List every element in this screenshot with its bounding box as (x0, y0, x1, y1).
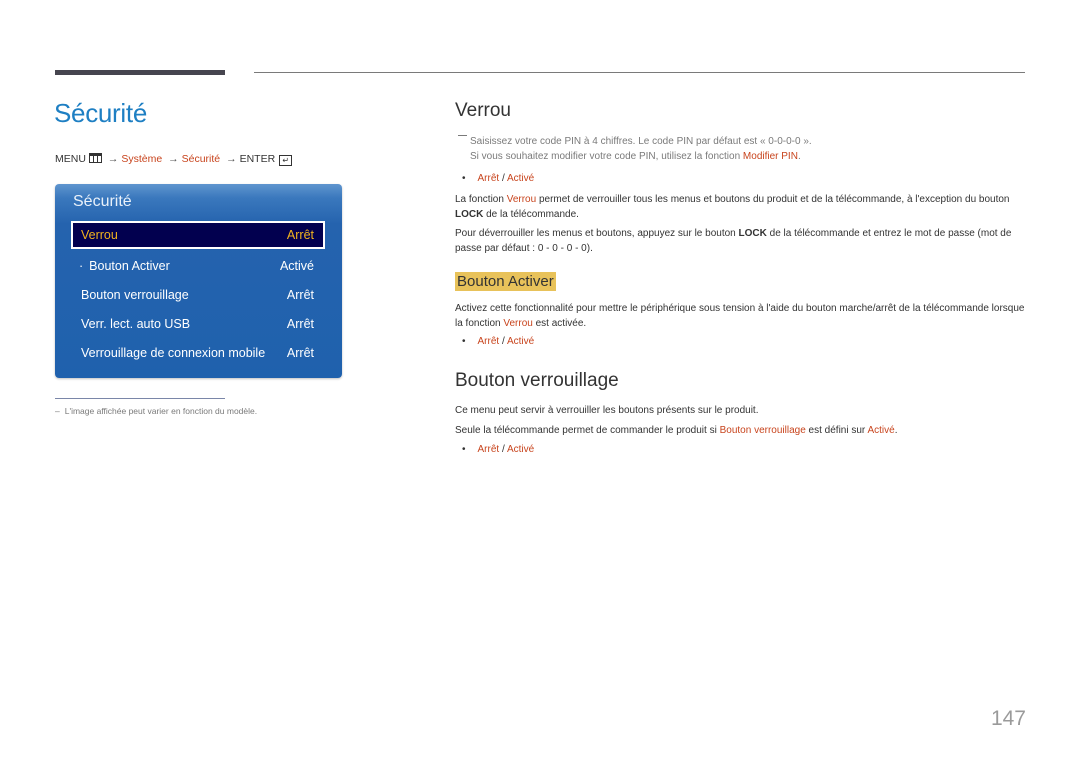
osd-item-label: Verr. lect. auto USB (81, 317, 191, 331)
osd-item-value: Arrêt (286, 346, 314, 360)
bullet-icon: • (462, 336, 466, 347)
option-separator: / (499, 444, 507, 455)
page-number: 147 (990, 707, 1026, 730)
note-text: . (797, 151, 801, 162)
breadcrumb-system[interactable]: Système (121, 153, 162, 165)
text: La fonction (455, 194, 507, 205)
bullet-icon: • (462, 444, 466, 455)
osd-item-label: Verrouillage de connexion mobile (81, 346, 266, 360)
text: est défini sur (805, 425, 868, 436)
osd-item-bouton-activer[interactable]: · Bouton Activer Activé (71, 253, 325, 279)
footnote: – L'image affichée peut varier en fonctio… (55, 406, 257, 416)
text: Pour déverrouiller les menus et boutons,… (455, 228, 739, 239)
bullet-icon: • (462, 173, 466, 184)
options-verrou: • Arrêt / Activé (462, 173, 534, 184)
option-on[interactable]: Activé (507, 444, 534, 455)
breadcrumb-security[interactable]: Sécurité (182, 153, 221, 165)
footnote-text: L'image affichée peut varier en fonction… (64, 406, 258, 416)
note-text: Si vous souhaitez modifier votre code PI… (470, 151, 743, 162)
osd-item-verr-lect-auto-usb[interactable]: Verr. lect. auto USB Arrêt (71, 311, 325, 337)
option-on[interactable]: Activé (507, 336, 534, 347)
section-title-verrou: Verrou (455, 100, 511, 121)
link-bouton-verrouillage[interactable]: Bouton verrouillage (720, 425, 806, 436)
note-pin-line2: Si vous souhaitez modifier votre code PI… (470, 151, 801, 162)
security-osd-menu: Sécurité Verrou Arrêt · Bouton Activer Ac… (55, 184, 342, 378)
paragraph-bouton-activer: Activez cette fonctionnalité pour mettre… (455, 301, 1030, 331)
options-bouton-activer: • Arrêt / Activé (462, 336, 534, 347)
osd-item-bouton-verrouillage[interactable]: Bouton verrouillage Arrêt (71, 282, 325, 308)
breadcrumb: MENU → Système → Sécurité → ENTER ↵ (55, 153, 293, 166)
paragraph-bouton-verrouillage-1: Ce menu peut servir à verrouiller les bo… (455, 403, 1030, 418)
osd-item-value: Arrêt (286, 317, 314, 331)
breadcrumb-menu: MENU (55, 153, 86, 165)
enter-icon: ↵ (279, 155, 293, 166)
breadcrumb-enter: ENTER (239, 153, 276, 165)
section-title-bouton-activer: Bouton Activer (455, 272, 556, 291)
osd-item-verrou[interactable]: Verrou Arrêt (71, 221, 325, 249)
paragraph-verrou-1: La fonction Verrou permet de verrouiller… (455, 192, 1030, 222)
header-rule-thin (254, 72, 1025, 73)
text: permet de verrouiller tous les menus et … (536, 194, 1010, 205)
text: Seule la télécommande permet de commande… (455, 425, 720, 436)
arrow-icon: → (107, 153, 119, 165)
menu-grid-icon (88, 153, 102, 163)
link-verrou[interactable]: Verrou (507, 194, 536, 205)
osd-item-label-wrap: · Bouton Activer (79, 259, 170, 273)
paragraph-verrou-2: Pour déverrouiller les menus et boutons,… (455, 226, 1030, 256)
section-title-bouton-verrouillage: Bouton verrouillage (455, 370, 619, 391)
arrow-icon: → (168, 153, 179, 165)
osd-title: Sécurité (73, 193, 132, 210)
osd-item-value: Arrêt (286, 288, 314, 302)
option-off[interactable]: Arrêt (478, 444, 500, 455)
option-off[interactable]: Arrêt (478, 173, 500, 184)
footnote-divider (55, 398, 225, 399)
lock-key-label: LOCK (455, 209, 484, 220)
text: . (894, 425, 898, 436)
footnote-dash: – (55, 406, 60, 416)
text: de la télécommande. (483, 209, 579, 220)
options-bouton-verrouillage: • Arrêt / Activé (462, 444, 534, 455)
osd-item-label: Verrou (81, 228, 118, 242)
header-rule-thick (55, 70, 225, 75)
link-active[interactable]: Activé (867, 425, 894, 436)
lock-key-label: LOCK (738, 228, 767, 239)
option-off[interactable]: Arrêt (478, 336, 500, 347)
osd-item-label: Bouton Activer (89, 259, 170, 273)
osd-item-label: Bouton verrouillage (81, 288, 189, 302)
text: est activée. (532, 318, 587, 329)
paragraph-bouton-verrouillage-2: Seule la télécommande permet de commande… (455, 423, 1030, 438)
sub-item-dot-icon: · (79, 259, 84, 273)
osd-item-value: Arrêt (286, 228, 314, 242)
osd-item-value: Activé (279, 259, 314, 273)
link-verrou[interactable]: Verrou (503, 318, 532, 329)
text: Ce menu peut servir à verrouiller les bo… (455, 405, 759, 416)
option-separator: / (499, 173, 507, 184)
option-separator: / (499, 336, 507, 347)
osd-item-verrouillage-connexion-mobile[interactable]: Verrouillage de connexion mobile Arrêt (71, 340, 325, 366)
arrow-icon: → (226, 153, 237, 165)
note-dash-icon (458, 135, 467, 136)
page-title: Sécurité (54, 98, 147, 128)
note-text: Saisissez votre code PIN à 4 chiffres. L… (470, 136, 812, 147)
option-on[interactable]: Activé (507, 173, 534, 184)
note-pin-line1: Saisissez votre code PIN à 4 chiffres. L… (458, 135, 812, 147)
link-modifier-pin[interactable]: Modifier PIN (743, 151, 798, 162)
